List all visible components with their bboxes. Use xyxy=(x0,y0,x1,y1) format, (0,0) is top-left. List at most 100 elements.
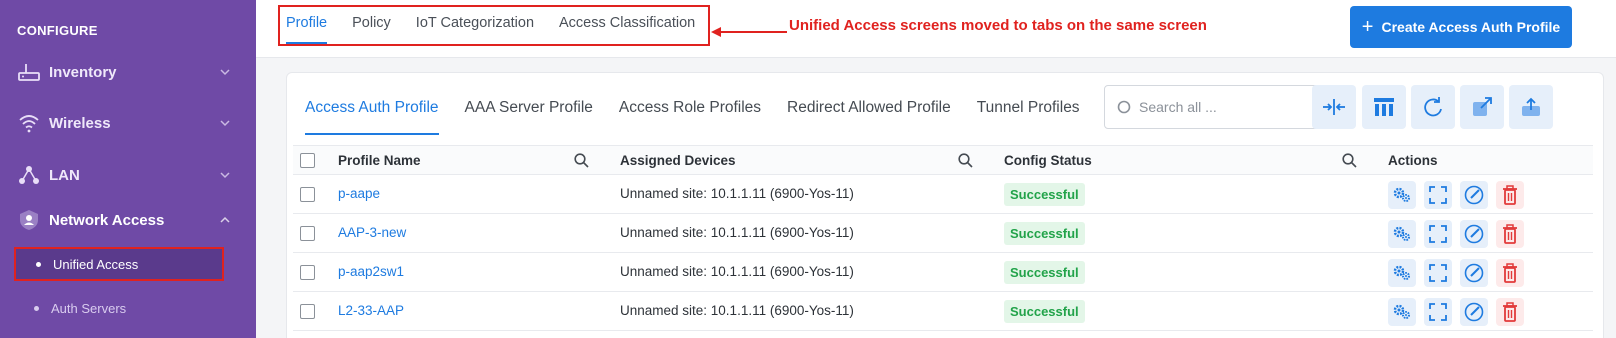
sidebar-section-title: CONFIGURE xyxy=(17,23,98,38)
settings-gears-icon[interactable] xyxy=(1388,220,1416,248)
search-icon xyxy=(1117,100,1131,114)
expand-icon[interactable] xyxy=(1424,298,1452,326)
profile-subtabs: Access Auth Profile AAA Server Profile A… xyxy=(305,73,1106,136)
chevron-up-icon xyxy=(220,216,230,223)
bullet-icon xyxy=(34,305,39,311)
expand-icon[interactable] xyxy=(1424,220,1452,248)
status-badge: Successful xyxy=(1004,183,1085,206)
refresh-button[interactable] xyxy=(1411,85,1455,129)
status-badge: Successful xyxy=(1004,222,1085,245)
delete-icon[interactable] xyxy=(1496,259,1524,287)
table-row: L2-33-AAP Unnamed site: 10.1.1.11 (6900-… xyxy=(293,292,1593,331)
search-icon[interactable] xyxy=(1342,153,1357,168)
export-icon xyxy=(1473,97,1492,116)
table-row: p-aap2sw1 Unnamed site: 10.1.1.11 (6900-… xyxy=(293,253,1593,292)
sidebar-item-inventory[interactable]: Inventory xyxy=(17,57,231,87)
edit-icon[interactable] xyxy=(1460,298,1488,326)
assigned-devices: Unnamed site: 10.1.1.11 (6900-Yos-11) xyxy=(620,225,854,240)
tab-iot-categorization[interactable]: IoT Categorization xyxy=(416,7,546,43)
create-button-label: Create Access Auth Profile xyxy=(1381,19,1561,35)
row-checkbox[interactable] xyxy=(300,226,315,241)
search-icon[interactable] xyxy=(574,153,589,168)
sidebar-item-label: Network Access xyxy=(49,211,165,229)
search-icon[interactable] xyxy=(958,153,973,168)
collapse-columns-icon xyxy=(1323,99,1345,115)
bullet-icon xyxy=(36,261,41,267)
assigned-devices: Unnamed site: 10.1.1.11 (6900-Yos-11) xyxy=(620,303,854,318)
annotation-note: Unified Access screens moved to tabs on … xyxy=(789,17,1207,34)
sidebar-item-label: Inventory xyxy=(49,63,117,81)
subtab-redirect-allowed-profile[interactable]: Redirect Allowed Profile xyxy=(787,73,951,136)
subtab-access-role-profiles[interactable]: Access Role Profiles xyxy=(619,73,761,136)
sidebar-subitem-auth-servers[interactable]: Auth Servers xyxy=(14,291,224,325)
profile-name-link[interactable]: L2-33-AAP xyxy=(338,303,404,318)
profile-name-link[interactable]: p-aap2sw1 xyxy=(338,264,404,279)
export-button[interactable] xyxy=(1460,85,1504,129)
row-checkbox[interactable] xyxy=(300,265,315,280)
top-header: Profile Policy IoT Categorization Access… xyxy=(256,0,1616,58)
upload-button[interactable] xyxy=(1509,85,1553,129)
select-all-checkbox[interactable] xyxy=(300,153,315,168)
chevron-down-icon xyxy=(220,120,230,127)
plus-icon: + xyxy=(1361,15,1374,38)
expand-icon[interactable] xyxy=(1424,181,1452,209)
sidebar-subitem-unified-access[interactable]: Unified Access xyxy=(14,247,224,281)
collapse-columns-button[interactable] xyxy=(1312,85,1356,129)
delete-icon[interactable] xyxy=(1496,181,1524,209)
settings-gears-icon[interactable] xyxy=(1388,298,1416,326)
edit-icon[interactable] xyxy=(1460,181,1488,209)
chevron-down-icon xyxy=(220,69,230,76)
sidebar-item-label: Wireless xyxy=(49,114,111,132)
edit-icon[interactable] xyxy=(1460,220,1488,248)
assigned-devices: Unnamed site: 10.1.1.11 (6900-Yos-11) xyxy=(620,186,854,201)
network-nodes-icon xyxy=(17,163,41,187)
search-input[interactable]: Search all ... xyxy=(1104,85,1344,129)
profile-name-link[interactable]: AAP-3-new xyxy=(338,225,406,240)
tab-access-classification[interactable]: Access Classification xyxy=(559,7,707,43)
upload-icon xyxy=(1522,97,1540,116)
sidebar-item-label: LAN xyxy=(49,166,80,184)
refresh-icon xyxy=(1424,97,1442,117)
subtab-aaa-server-profile[interactable]: AAA Server Profile xyxy=(465,73,593,136)
table-header-row: Profile Name Assigned Devices Config Sta… xyxy=(293,145,1593,175)
tab-policy[interactable]: Policy xyxy=(352,7,403,43)
table-row: AAP-3-new Unnamed site: 10.1.1.11 (6900-… xyxy=(293,214,1593,253)
status-badge: Successful xyxy=(1004,300,1085,323)
column-header-assigned-devices: Assigned Devices xyxy=(620,153,736,168)
sidebar-item-lan[interactable]: LAN xyxy=(17,160,231,190)
delete-icon[interactable] xyxy=(1496,220,1524,248)
search-placeholder: Search all ... xyxy=(1139,99,1217,115)
row-checkbox[interactable] xyxy=(300,304,315,319)
sidebar: CONFIGURE Inventory Wireless LAN Network… xyxy=(0,0,256,338)
router-icon xyxy=(17,60,41,84)
column-header-actions: Actions xyxy=(1388,153,1438,168)
profile-name-link[interactable]: p-aape xyxy=(338,186,380,201)
assigned-devices: Unnamed site: 10.1.1.11 (6900-Yos-11) xyxy=(620,264,854,279)
subtab-access-auth-profile[interactable]: Access Auth Profile xyxy=(305,73,439,136)
chevron-down-icon xyxy=(220,172,230,179)
subtab-tunnel-profiles[interactable]: Tunnel Profiles xyxy=(977,73,1080,136)
profiles-table: Profile Name Assigned Devices Config Sta… xyxy=(293,145,1593,331)
sidebar-subitem-label: Auth Servers xyxy=(51,300,127,316)
sidebar-item-wireless[interactable]: Wireless xyxy=(17,108,231,138)
expand-icon[interactable] xyxy=(1424,259,1452,287)
sidebar-subitem-label: Unified Access xyxy=(53,256,139,272)
user-shield-icon xyxy=(17,208,41,232)
delete-icon[interactable] xyxy=(1496,298,1524,326)
wifi-icon xyxy=(17,111,41,135)
settings-gears-icon[interactable] xyxy=(1388,181,1416,209)
table-row: p-aape Unnamed site: 10.1.1.11 (6900-Yos… xyxy=(293,175,1593,214)
column-header-config-status: Config Status xyxy=(1004,153,1092,168)
create-access-auth-profile-button[interactable]: + Create Access Auth Profile xyxy=(1350,6,1572,48)
sidebar-item-network-access[interactable]: Network Access xyxy=(17,205,231,235)
table-columns-icon xyxy=(1374,98,1394,116)
column-header-profile-name: Profile Name xyxy=(338,153,421,168)
main-tabs: Profile Policy IoT Categorization Access… xyxy=(278,5,710,46)
table-columns-button[interactable] xyxy=(1362,85,1406,129)
annotation-arrow-icon xyxy=(711,27,787,37)
row-checkbox[interactable] xyxy=(300,187,315,202)
edit-icon[interactable] xyxy=(1460,259,1488,287)
page: CONFIGURE Inventory Wireless LAN Network… xyxy=(0,0,1616,338)
settings-gears-icon[interactable] xyxy=(1388,259,1416,287)
tab-profile[interactable]: Profile xyxy=(286,7,339,44)
